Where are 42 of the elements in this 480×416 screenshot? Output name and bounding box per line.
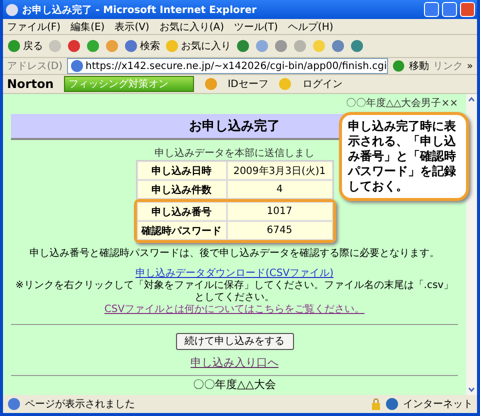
footer-text: 〇〇年度△△大会 [193, 378, 276, 391]
menu-item[interactable]: ヘルプ(H) [288, 20, 334, 34]
more-chevron[interactable]: » [466, 60, 473, 72]
menu-item[interactable]: お気に入り(A) [159, 20, 224, 34]
download-note: ※リンクを右クリックして「対象をファイルに保存」してください。ファイル名の末尾は「.csv」としてください。 [14, 280, 454, 304]
go-button[interactable]: 移動 [408, 59, 429, 73]
table-header-cell: 申し込み番号 [136, 202, 226, 221]
table-header-cell: 申し込み日時 [136, 161, 226, 180]
entry-link[interactable]: 申し込み入り口へ [190, 356, 278, 369]
minimize-button[interactable] [424, 2, 439, 17]
scrollbar[interactable] [466, 94, 477, 395]
sent-message: 申し込みデータを本部に送信しまし [154, 148, 314, 160]
table-cell: 2009年3月3日(火)1 [226, 161, 332, 180]
norton-logo: Norton [7, 77, 54, 91]
id-safe-button[interactable]: IDセーフ [228, 77, 268, 91]
continue-button[interactable]: 続けて申し込みをする [176, 333, 294, 350]
toolbar-label[interactable]: 検索 [140, 39, 160, 53]
zone-text: インターネット [403, 398, 473, 411]
callout-bubble: 申し込み完了時に表示される、「申し込み番号」と「確認時パスワード」を記録しておく。 [339, 112, 469, 201]
links-label[interactable]: リンク [432, 59, 463, 73]
window-title: お申し込み完了 - Microsoft Internet Explorer [22, 3, 258, 16]
note-text: 申し込み番号と確認時パスワードは、後で申し込みデータを確認する際に必要となります。 [30, 248, 440, 260]
table-cell: 1017 [226, 202, 332, 221]
table-header-cell: 確認時パスワード [136, 221, 226, 240]
menu-item[interactable]: 表示(V) [114, 20, 150, 34]
login-button[interactable]: ログイン [302, 77, 342, 91]
maximize-button[interactable] [442, 2, 457, 17]
organization-name: 〇〇年度△△大会男子×× [346, 98, 458, 110]
toolbar-label[interactable]: 戻る [23, 39, 43, 53]
table-cell: 6745 [226, 221, 332, 240]
table-cell: 4 [226, 180, 332, 199]
csv-help-link[interactable]: CSVファイルとは何かについてはこちらをご覧ください。 [104, 304, 365, 316]
download-link[interactable]: 申し込みデータダウンロード(CSVファイル) [136, 268, 334, 280]
menu-item[interactable]: ツール(T) [234, 20, 278, 34]
toolbar-label[interactable]: お気に入り [181, 39, 231, 53]
address-field[interactable]: https://x142.secure.ne.jp/~x142026/cgi-bin/app00/finish.cgi [66, 58, 388, 74]
close-button[interactable] [460, 2, 475, 17]
menu-item[interactable]: 編集(E) [70, 20, 105, 34]
table-header-cell: 申し込み件数 [136, 180, 226, 199]
status-text: ページが表示されました [25, 398, 136, 411]
address-label: アドレス(D) [7, 60, 63, 73]
menu-item[interactable]: ファイル(F) [7, 20, 61, 34]
